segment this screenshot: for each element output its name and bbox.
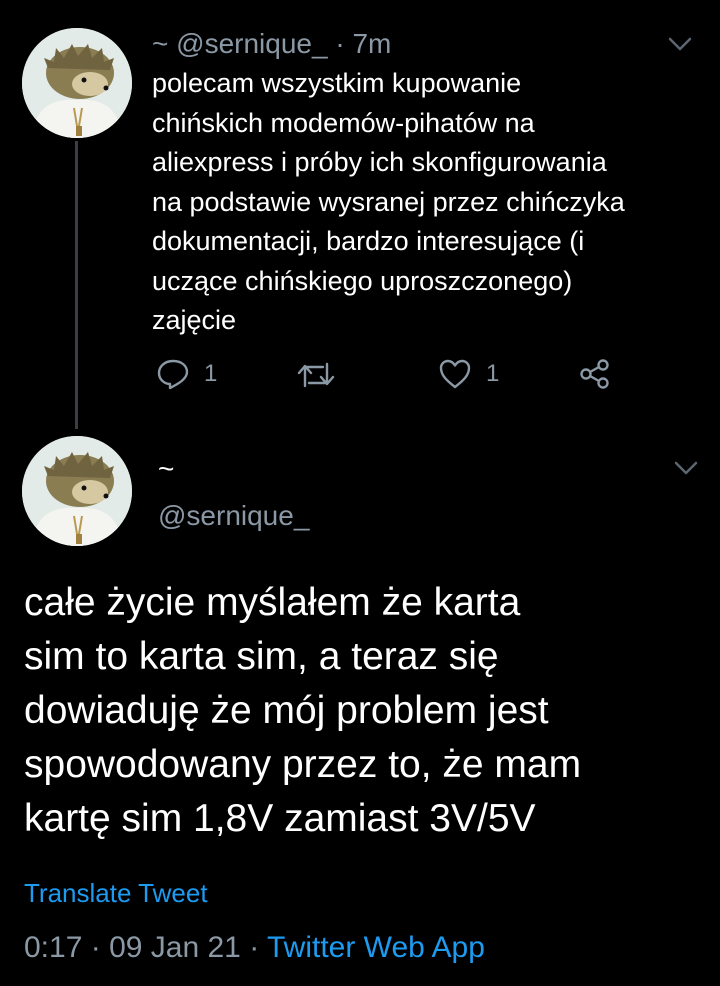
tweet2-text-line: sim to karta sim, a teraz się (24, 635, 499, 678)
tweet1-text-line: aliexpress i próby ich skonfigurowania (152, 147, 607, 177)
like-icon (438, 358, 472, 390)
tweet1-text-line: dokumentacji, bardzo interesujące (i (152, 226, 585, 256)
tweet1-text-line: polecam wszystkim kupowanie (152, 68, 522, 98)
tweet1-text-line: chińskich modemów-pihatów na (152, 107, 535, 138)
share-button[interactable] (578, 358, 612, 390)
avatar[interactable] (22, 436, 132, 546)
tweet1-display-name[interactable]: ~ (152, 28, 168, 59)
reply-button[interactable]: 1 (156, 358, 217, 390)
tweet2-text-line: dowiaduję że mój problem jest (24, 689, 549, 732)
tweet2-text: całe życie myślałem że karta sim to kart… (24, 576, 704, 846)
reply-icon (156, 358, 190, 390)
like-count: 1 (486, 360, 500, 387)
chevron-down-icon[interactable] (672, 458, 700, 478)
tweet1-handle[interactable]: @sernique_ (176, 28, 327, 59)
tweet-date[interactable]: 09 Jan 21 (109, 931, 241, 964)
hedgehog-avatar-image (22, 28, 132, 138)
tweet-source-link[interactable]: Twitter Web App (267, 931, 485, 964)
retweet-button[interactable] (296, 360, 336, 390)
like-button[interactable]: 1 (438, 358, 499, 390)
tweet2-display-name[interactable]: ~ (158, 452, 174, 486)
tweet1-text: polecam wszystkim kupowanie chińskich mo… (152, 64, 692, 341)
translate-tweet-link[interactable]: Translate Tweet (24, 876, 208, 910)
tweet-time[interactable]: 0:17 (24, 931, 82, 964)
tweet-metadata: 0:17 · 09 Jan 21 · Twitter Web App (24, 928, 485, 968)
tweet1-text-line: na podstawie wysranej przez chińczyka (152, 186, 625, 217)
reply-count: 1 (204, 360, 218, 387)
tweet2-handle[interactable]: @sernique_ (158, 498, 309, 534)
hedgehog-avatar-image (22, 436, 132, 546)
tweet2-text-line: kartę sim 1,8V zamiast 3V/5V (24, 797, 536, 840)
meta-separator: · (90, 931, 101, 964)
tweet1-separator: · (335, 28, 345, 59)
chevron-down-icon[interactable] (666, 34, 694, 54)
tweet1-text-line: uczące chińskiego uproszczonego) (152, 265, 573, 296)
tweet1-text-line: zajęcie (152, 305, 237, 335)
tweet2-text-line: całe życie myślałem że karta (24, 581, 521, 624)
thread-line (75, 141, 78, 429)
avatar[interactable] (22, 28, 132, 138)
tweet1-time[interactable]: 7m (352, 28, 391, 59)
tweet2-text-line: spowodowany przez to, że mam (24, 743, 582, 786)
share-icon (578, 358, 612, 390)
tweet1-header: ~ @sernique_ · 7m (152, 26, 391, 62)
retweet-icon (296, 360, 336, 390)
meta-separator: · (249, 931, 260, 964)
